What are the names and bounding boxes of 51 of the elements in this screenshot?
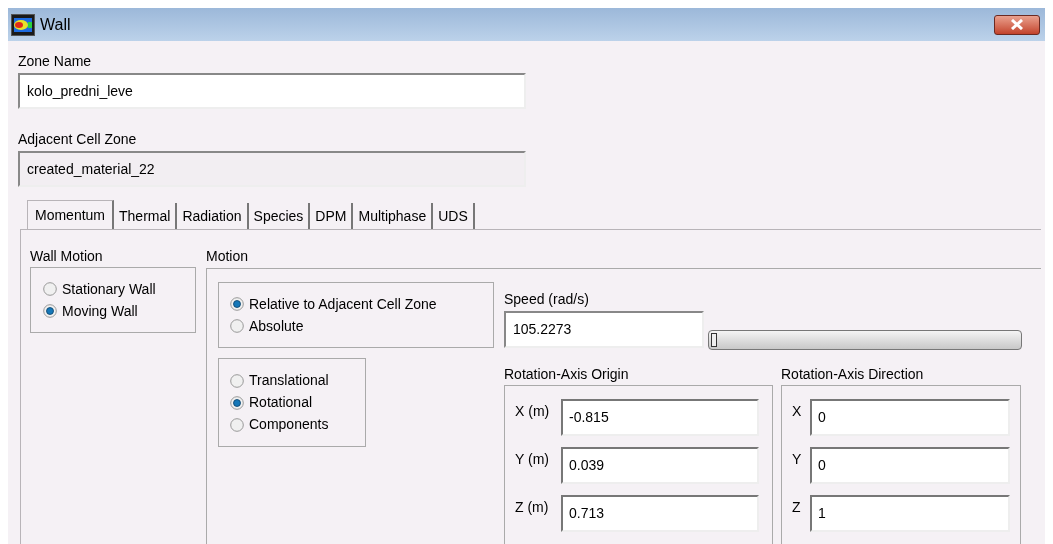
axis-label: X bbox=[792, 402, 803, 421]
field-value: 0 bbox=[818, 408, 826, 427]
group-label: Rotation-Axis Origin bbox=[504, 366, 630, 382]
tab[interactable]: Momentum bbox=[27, 200, 115, 230]
axis-label: X (m) bbox=[515, 402, 551, 421]
group-label: Rotation-Axis Direction bbox=[781, 366, 925, 382]
app-icon bbox=[11, 13, 35, 36]
close-icon bbox=[1010, 19, 1024, 30]
field-label: Zone Name bbox=[18, 53, 93, 69]
radio-label: Components bbox=[249, 415, 329, 434]
axis-label: Z bbox=[792, 498, 802, 517]
coordinate-field[interactable]: 0.713 bbox=[561, 495, 759, 532]
axis-label: Y bbox=[792, 450, 803, 469]
radio-button[interactable] bbox=[230, 297, 244, 311]
close-button[interactable] bbox=[994, 14, 1040, 35]
radio-button[interactable] bbox=[230, 319, 244, 333]
coordinate-field[interactable]: 0.039 bbox=[561, 447, 759, 484]
speed-slider-track[interactable] bbox=[708, 330, 1022, 350]
coordinate-field[interactable]: 1 bbox=[810, 495, 1010, 532]
slider-thumb[interactable] bbox=[711, 333, 717, 347]
axis-label: Y (m) bbox=[515, 450, 550, 469]
field-value: -0.815 bbox=[569, 408, 609, 427]
radio-button[interactable] bbox=[43, 282, 57, 296]
group-label: Wall Motion bbox=[30, 248, 104, 264]
radio-button[interactable] bbox=[230, 417, 244, 432]
field-label: Speed (rad/s) bbox=[504, 291, 590, 307]
radio-label: Stationary Wall bbox=[62, 279, 156, 299]
radio-label: Rotational bbox=[249, 393, 313, 412]
radio-button[interactable] bbox=[43, 304, 57, 318]
axis-label: Z (m) bbox=[515, 498, 550, 517]
radio-button[interactable] bbox=[230, 395, 244, 410]
radio-label: Absolute bbox=[249, 316, 304, 336]
group-label: Motion bbox=[206, 248, 250, 264]
radio-label: Translational bbox=[249, 371, 329, 390]
field-value: 0.039 bbox=[569, 456, 605, 475]
coordinate-field[interactable]: -0.815 bbox=[561, 399, 759, 436]
field-value: 0.713 bbox=[569, 504, 605, 523]
field-value: kolo_predni_leve bbox=[27, 81, 133, 101]
radio-label: Relative to Adjacent Cell Zone bbox=[249, 294, 437, 314]
zone-name-field[interactable]: kolo_predni_leve bbox=[18, 73, 526, 109]
field-value: 1 bbox=[818, 504, 826, 523]
coordinate-field[interactable]: 0 bbox=[810, 447, 1010, 484]
window-title: Wall bbox=[40, 14, 71, 35]
field-label: Adjacent Cell Zone bbox=[18, 131, 138, 147]
field-value: 0 bbox=[818, 456, 826, 475]
radio-label: Moving Wall bbox=[62, 301, 138, 321]
field-value: created_material_22 bbox=[27, 159, 155, 179]
field-value: 105.2273 bbox=[513, 320, 572, 339]
radio-button[interactable] bbox=[230, 373, 244, 388]
coordinate-field[interactable]: 0 bbox=[810, 399, 1010, 436]
speed-field[interactable]: 105.2273 bbox=[504, 311, 704, 348]
